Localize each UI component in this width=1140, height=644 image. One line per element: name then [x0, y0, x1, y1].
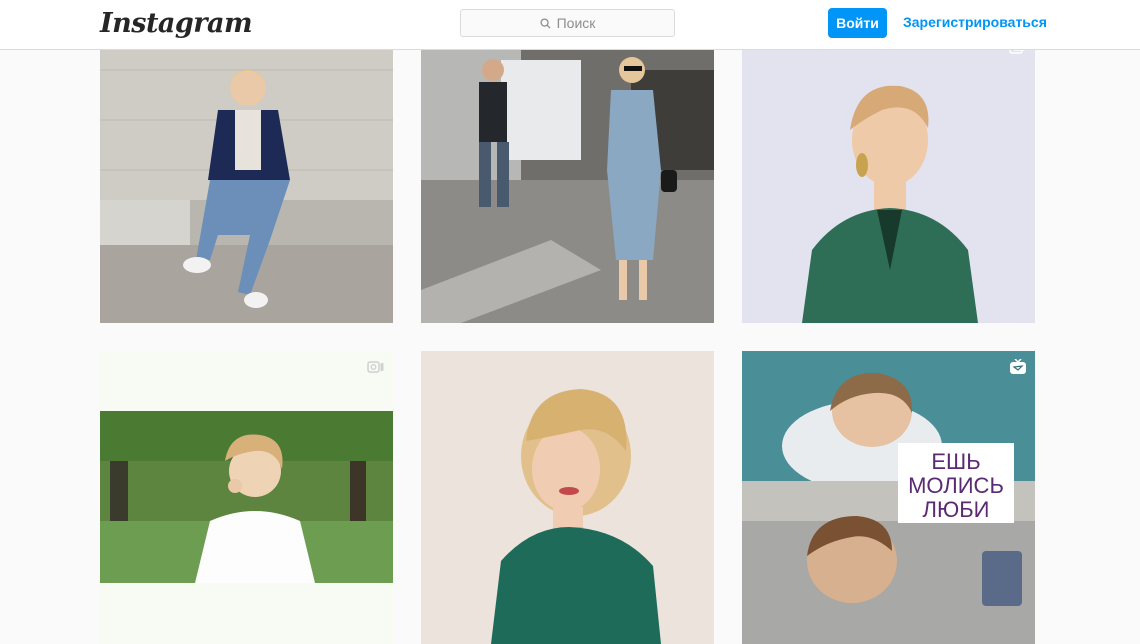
- post-tile-3[interactable]: [742, 30, 1035, 323]
- post-image-woman-in-blue-dress: [421, 30, 714, 323]
- overlay-text-line-3: ЛЮБИ: [923, 497, 990, 522]
- post-tile-5[interactable]: [421, 351, 714, 644]
- post-tile-6[interactable]: ЕШЬ МОЛИСЬ ЛЮБИ: [742, 351, 1035, 644]
- overlay-text-line-2: МОЛИСЬ: [908, 473, 1004, 498]
- signup-link[interactable]: Зарегистрироваться: [903, 14, 1047, 30]
- login-button[interactable]: Войти: [828, 8, 887, 38]
- post-image-blonde-woman-green-top: [421, 351, 714, 644]
- post-tile-1[interactable]: [100, 30, 393, 323]
- post-image-eat-pray-love-bath: ЕШЬ МОЛИСЬ ЛЮБИ: [742, 351, 1035, 644]
- igtv-icon: [1010, 359, 1026, 374]
- post-image-woman-in-park-video: [100, 351, 393, 644]
- post-tile-4[interactable]: [100, 351, 393, 644]
- search-placeholder: Поиск: [556, 15, 596, 31]
- overlay-text-line-1: ЕШЬ: [931, 449, 980, 474]
- search-icon: [540, 17, 551, 29]
- top-navigation-bar: Instagram Поиск Войти Зарегистрироваться: [0, 0, 1140, 50]
- instagram-logo[interactable]: Instagram: [100, 8, 253, 39]
- video-icon: [367, 361, 384, 373]
- post-image-woman-green-dress-portrait: [742, 30, 1035, 323]
- search-input[interactable]: Поиск: [460, 9, 675, 37]
- post-image-woman-on-bench: [100, 30, 393, 323]
- post-tile-2[interactable]: [421, 30, 714, 323]
